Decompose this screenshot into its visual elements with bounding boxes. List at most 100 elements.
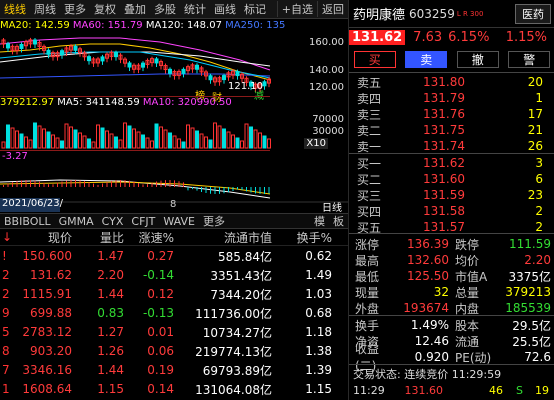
stat2-row: 换手 1.49% 股本 29.5亿	[349, 317, 554, 333]
tab-weekly[interactable]: 周线	[30, 1, 60, 17]
volume-bar	[208, 139, 213, 149]
bids-v: 23	[527, 188, 543, 202]
candle	[100, 56, 105, 62]
volume-bar	[222, 128, 226, 149]
volume-bar	[249, 126, 253, 149]
asks-row[interactable]: 卖四 131.79 1	[349, 90, 554, 106]
sector-button[interactable]: 医药	[515, 3, 551, 24]
tab-more[interactable]: 更多	[60, 1, 90, 17]
asks-row[interactable]: 卖三 131.76 17	[349, 106, 554, 122]
volume-bar	[28, 139, 33, 149]
table-row[interactable]: 7 3346.16 1.44 0.19 69793.89亿 1.39	[0, 361, 348, 380]
col-price[interactable]: 现价	[14, 229, 72, 246]
cell-mark: 7	[2, 363, 10, 378]
asks-row[interactable]: 卖五 131.80 20	[349, 74, 554, 90]
btn-multi[interactable]: 多股	[150, 1, 180, 17]
price-row: 131.62 7.63 6.15% 1.15%	[349, 28, 554, 46]
volume-bar	[114, 136, 118, 149]
alert-button[interactable]: 警	[508, 50, 551, 68]
bids-row[interactable]: 买二 131.60 6	[349, 171, 554, 187]
asks-l: 卖四	[357, 91, 382, 106]
btn-draw[interactable]: 画线	[210, 1, 240, 17]
btn-adjust[interactable]: 复权	[90, 1, 120, 17]
stat2-d: 29.5亿	[512, 318, 551, 333]
axis-price-160: 160.00	[309, 37, 344, 48]
sell-button[interactable]: 卖	[405, 50, 448, 68]
stat2-b: 0.920	[414, 350, 449, 364]
col-turnover[interactable]: 换手%	[272, 229, 332, 246]
volume-bar	[37, 125, 42, 149]
cell-spd: -0.13	[142, 306, 174, 321]
cell-tr: 1.03	[305, 287, 332, 302]
table-row[interactable]: 2 131.62 2.20 -0.14 3351.43亿 1.49	[0, 266, 348, 285]
volume-bar	[91, 141, 96, 149]
table-row[interactable]: 8 903.20 1.26 0.06 219774.13亿 1.38	[0, 342, 348, 361]
table-row[interactable]: 1 1608.64 1.15 0.14 131064.08亿 1.15	[0, 380, 348, 399]
candle	[73, 45, 78, 51]
candle	[208, 75, 213, 81]
tab-cyx[interactable]: CYX	[98, 215, 128, 228]
event-tag-reduce[interactable]: 减	[254, 87, 264, 102]
bids-l: 买四	[357, 204, 382, 219]
btn-overlay[interactable]: 叠加	[120, 1, 150, 17]
candle	[19, 43, 24, 49]
tab-more-indicators[interactable]: 更多	[199, 213, 229, 229]
bids-p: 131.59	[423, 188, 465, 202]
tab-template[interactable]: 模	[310, 213, 329, 229]
stat2-b: 12.46	[414, 334, 449, 348]
tab-bbiboll[interactable]: BBIBOLL	[0, 215, 55, 228]
cell-price: 150.600	[22, 249, 72, 264]
cell-spd: 0.14	[147, 382, 174, 397]
buy-button[interactable]: 买	[353, 50, 396, 68]
cell-mark: 2	[2, 287, 10, 302]
bids-v: 2	[535, 220, 543, 234]
tab-gmma[interactable]: GMMA	[55, 215, 98, 228]
stat-b: 125.50	[407, 269, 449, 283]
asks-row[interactable]: 卖一 131.74 26	[349, 138, 554, 154]
asks-p: 131.74	[423, 139, 465, 153]
bids-row[interactable]: 买四 131.58 2	[349, 203, 554, 219]
btn-mark[interactable]: 标记	[240, 1, 270, 17]
tab-cfjt[interactable]: CFJT	[127, 215, 159, 228]
col-market-cap[interactable]: 流通市值	[174, 229, 272, 246]
cell-cap: 111736.00亿	[195, 306, 272, 321]
cell-mark: 9	[2, 306, 10, 321]
col-vol-ratio[interactable]: 量比	[72, 229, 124, 246]
tab-wave[interactable]: WAVE	[159, 215, 199, 228]
table-row[interactable]: ! 150.600 1.47 0.27 585.84亿 0.62	[0, 247, 348, 266]
tab-daily[interactable]: 线线	[0, 1, 30, 17]
bids-row[interactable]: 买一 131.62 3	[349, 155, 554, 171]
candle	[87, 56, 91, 62]
col-speed[interactable]: 涨速%	[124, 229, 174, 246]
volume-bar	[1, 141, 6, 149]
volume-bar	[136, 131, 141, 149]
volume-bar	[154, 123, 159, 149]
btn-add-watch[interactable]: +自选	[276, 1, 317, 17]
stat2-a: 换手	[355, 318, 380, 333]
stat-b: 32	[433, 285, 449, 299]
table-row[interactable]: 2 1115.91 1.44 0.12 7344.20亿 1.03	[0, 285, 348, 304]
cell-tr: 1.49	[305, 268, 332, 283]
asks-row[interactable]: 卖二 131.75 21	[349, 122, 554, 138]
cell-vr: 1.44	[97, 287, 124, 302]
cell-mark: 8	[2, 344, 10, 359]
stat-d: 3375亿	[508, 269, 551, 284]
stat2-c: 股本	[455, 318, 480, 333]
tab-board[interactable]: 板	[329, 213, 348, 229]
asks-v: 26	[527, 139, 543, 153]
table-row[interactable]: 9 699.88 0.83 -0.13 111736.00亿 0.68	[0, 304, 348, 323]
volume-bar	[199, 133, 204, 149]
table-row[interactable]: 5 2783.12 1.27 0.01 10734.27亿 1.18	[0, 323, 348, 342]
stock-name: 药明康德	[353, 8, 406, 23]
volume-bar	[159, 126, 163, 149]
btn-stats[interactable]: 统计	[180, 1, 210, 17]
cancel-button[interactable]: 撤	[456, 50, 499, 68]
volume-bar	[141, 134, 145, 149]
period-label: 日线	[322, 203, 342, 214]
trade-status: 交易状态: 连续竞价 11:29:59	[353, 368, 502, 381]
cell-vr: 1.26	[97, 344, 124, 359]
cell-mark: !	[2, 249, 7, 264]
bids-row[interactable]: 买三 131.59 23	[349, 187, 554, 203]
btn-back[interactable]: 返回	[317, 1, 348, 17]
volume-bar	[24, 136, 28, 149]
